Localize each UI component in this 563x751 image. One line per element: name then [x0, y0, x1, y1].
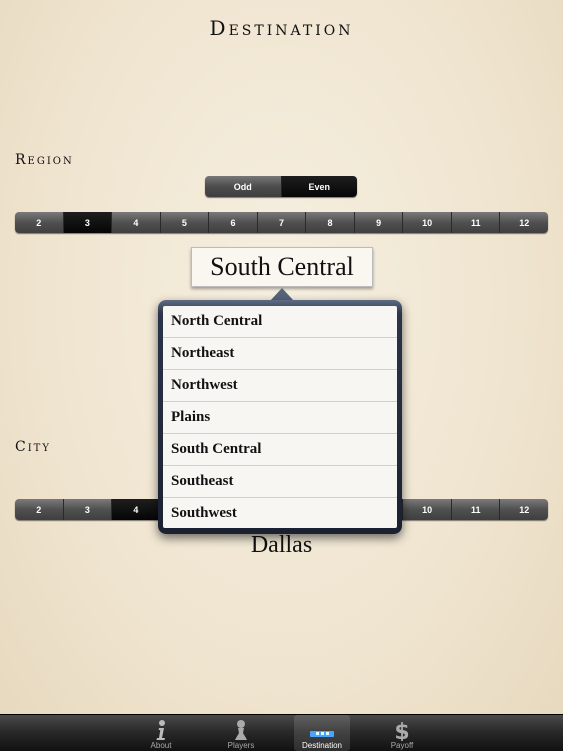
region-picker-list: North Central Northeast Northwest Plains… [163, 306, 397, 528]
city-number-12[interactable]: 12 [500, 499, 548, 520]
region-number-3[interactable]: 3 [63, 212, 113, 233]
region-option[interactable]: Northwest [163, 370, 397, 402]
region-option[interactable]: Southeast [163, 466, 397, 498]
region-number-2[interactable]: 2 [15, 212, 64, 233]
parity-segmented-control: Odd Even [205, 176, 357, 197]
city-number-3[interactable]: 3 [63, 499, 113, 520]
page-title: Destination [209, 16, 354, 40]
tab-label: Payoff [390, 741, 414, 750]
region-number-10[interactable]: 10 [403, 212, 452, 233]
city-value: Dallas [250, 532, 313, 558]
tab-about[interactable]: About [133, 715, 189, 751]
city-number-10[interactable]: 10 [403, 499, 452, 520]
region-number-4[interactable]: 4 [112, 212, 161, 233]
city-number-4[interactable]: 4 [112, 499, 161, 520]
tab-destination[interactable]: Destination [294, 715, 350, 751]
region-label: Region [15, 152, 74, 168]
pawn-icon [235, 720, 247, 740]
region-option[interactable]: South Central [163, 434, 397, 466]
even-segment[interactable]: Even [281, 176, 357, 197]
dollar-icon: $ [394, 720, 409, 741]
region-number-9[interactable]: 9 [354, 212, 404, 233]
region-value-button[interactable]: South Central [191, 247, 373, 287]
city-number-2[interactable]: 2 [15, 499, 64, 520]
tab-label: Players [227, 741, 255, 750]
region-option[interactable]: Northeast [163, 338, 397, 370]
tab-payoff[interactable]: $ Payoff [374, 715, 430, 751]
odd-segment[interactable]: Odd [205, 176, 282, 197]
tab-label: About [150, 741, 172, 750]
tab-players[interactable]: Players [213, 715, 269, 751]
region-number-selector: 2 3 4 5 6 7 8 9 10 11 12 [15, 212, 548, 233]
info-icon [156, 720, 165, 740]
region-number-11[interactable]: 11 [451, 212, 501, 233]
tab-bar: About Players Destination $ Payoff [0, 714, 563, 751]
region-number-6[interactable]: 6 [209, 212, 258, 233]
region-option[interactable]: North Central [163, 306, 397, 338]
city-number-11[interactable]: 11 [451, 499, 501, 520]
region-number-12[interactable]: 12 [500, 212, 548, 233]
city-label: City [15, 439, 51, 455]
region-number-8[interactable]: 8 [306, 212, 355, 233]
svg-text:$: $ [394, 720, 409, 741]
region-number-5[interactable]: 5 [160, 212, 210, 233]
region-number-7[interactable]: 7 [257, 212, 307, 233]
tab-label: Destination [301, 741, 343, 750]
train-icon [310, 731, 334, 737]
region-option[interactable]: Plains [163, 402, 397, 434]
region-picker-popover: North Central Northeast Northwest Plains… [158, 300, 402, 534]
region-option[interactable]: Southwest [163, 498, 397, 528]
